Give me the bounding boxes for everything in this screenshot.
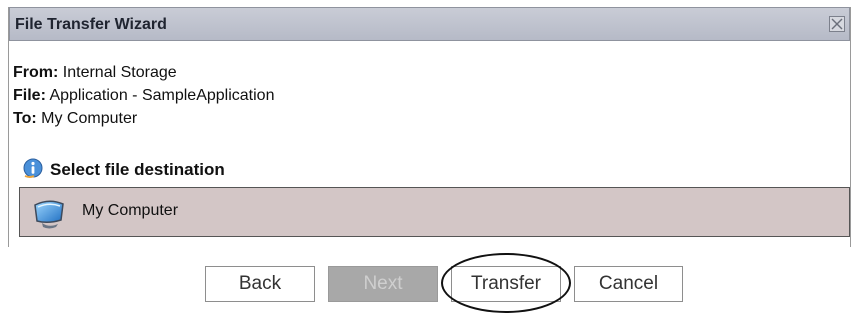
- transfer-info: From: Internal Storage File: Application…: [13, 61, 274, 130]
- window-title: File Transfer Wizard: [15, 16, 167, 33]
- title-bar: File Transfer Wizard: [9, 7, 850, 41]
- close-icon[interactable]: [829, 16, 845, 32]
- computer-monitor-icon: [32, 196, 66, 230]
- select-destination-label: Select file destination: [50, 160, 225, 179]
- from-label: From:: [13, 64, 59, 81]
- destination-item-my-computer[interactable]: My Computer: [19, 187, 850, 237]
- info-icon: [22, 157, 44, 184]
- next-button[interactable]: Next: [328, 266, 438, 302]
- transfer-button[interactable]: Transfer: [451, 266, 561, 302]
- to-row: To: My Computer: [13, 107, 274, 130]
- to-label: To:: [13, 110, 37, 127]
- destination-label: My Computer: [82, 202, 179, 219]
- file-row: File: Application - SampleApplication: [13, 84, 274, 107]
- from-value: Internal Storage: [62, 64, 177, 81]
- cancel-button[interactable]: Cancel: [574, 266, 683, 302]
- back-button[interactable]: Back: [205, 266, 315, 302]
- select-destination-heading: Select file destination: [22, 157, 225, 184]
- from-row: From: Internal Storage: [13, 61, 274, 84]
- file-value: Application - SampleApplication: [49, 87, 275, 104]
- to-value: My Computer: [41, 110, 138, 127]
- file-transfer-wizard-dialog: File Transfer Wizard From: Internal Stor…: [8, 7, 851, 247]
- file-label: File:: [13, 87, 46, 104]
